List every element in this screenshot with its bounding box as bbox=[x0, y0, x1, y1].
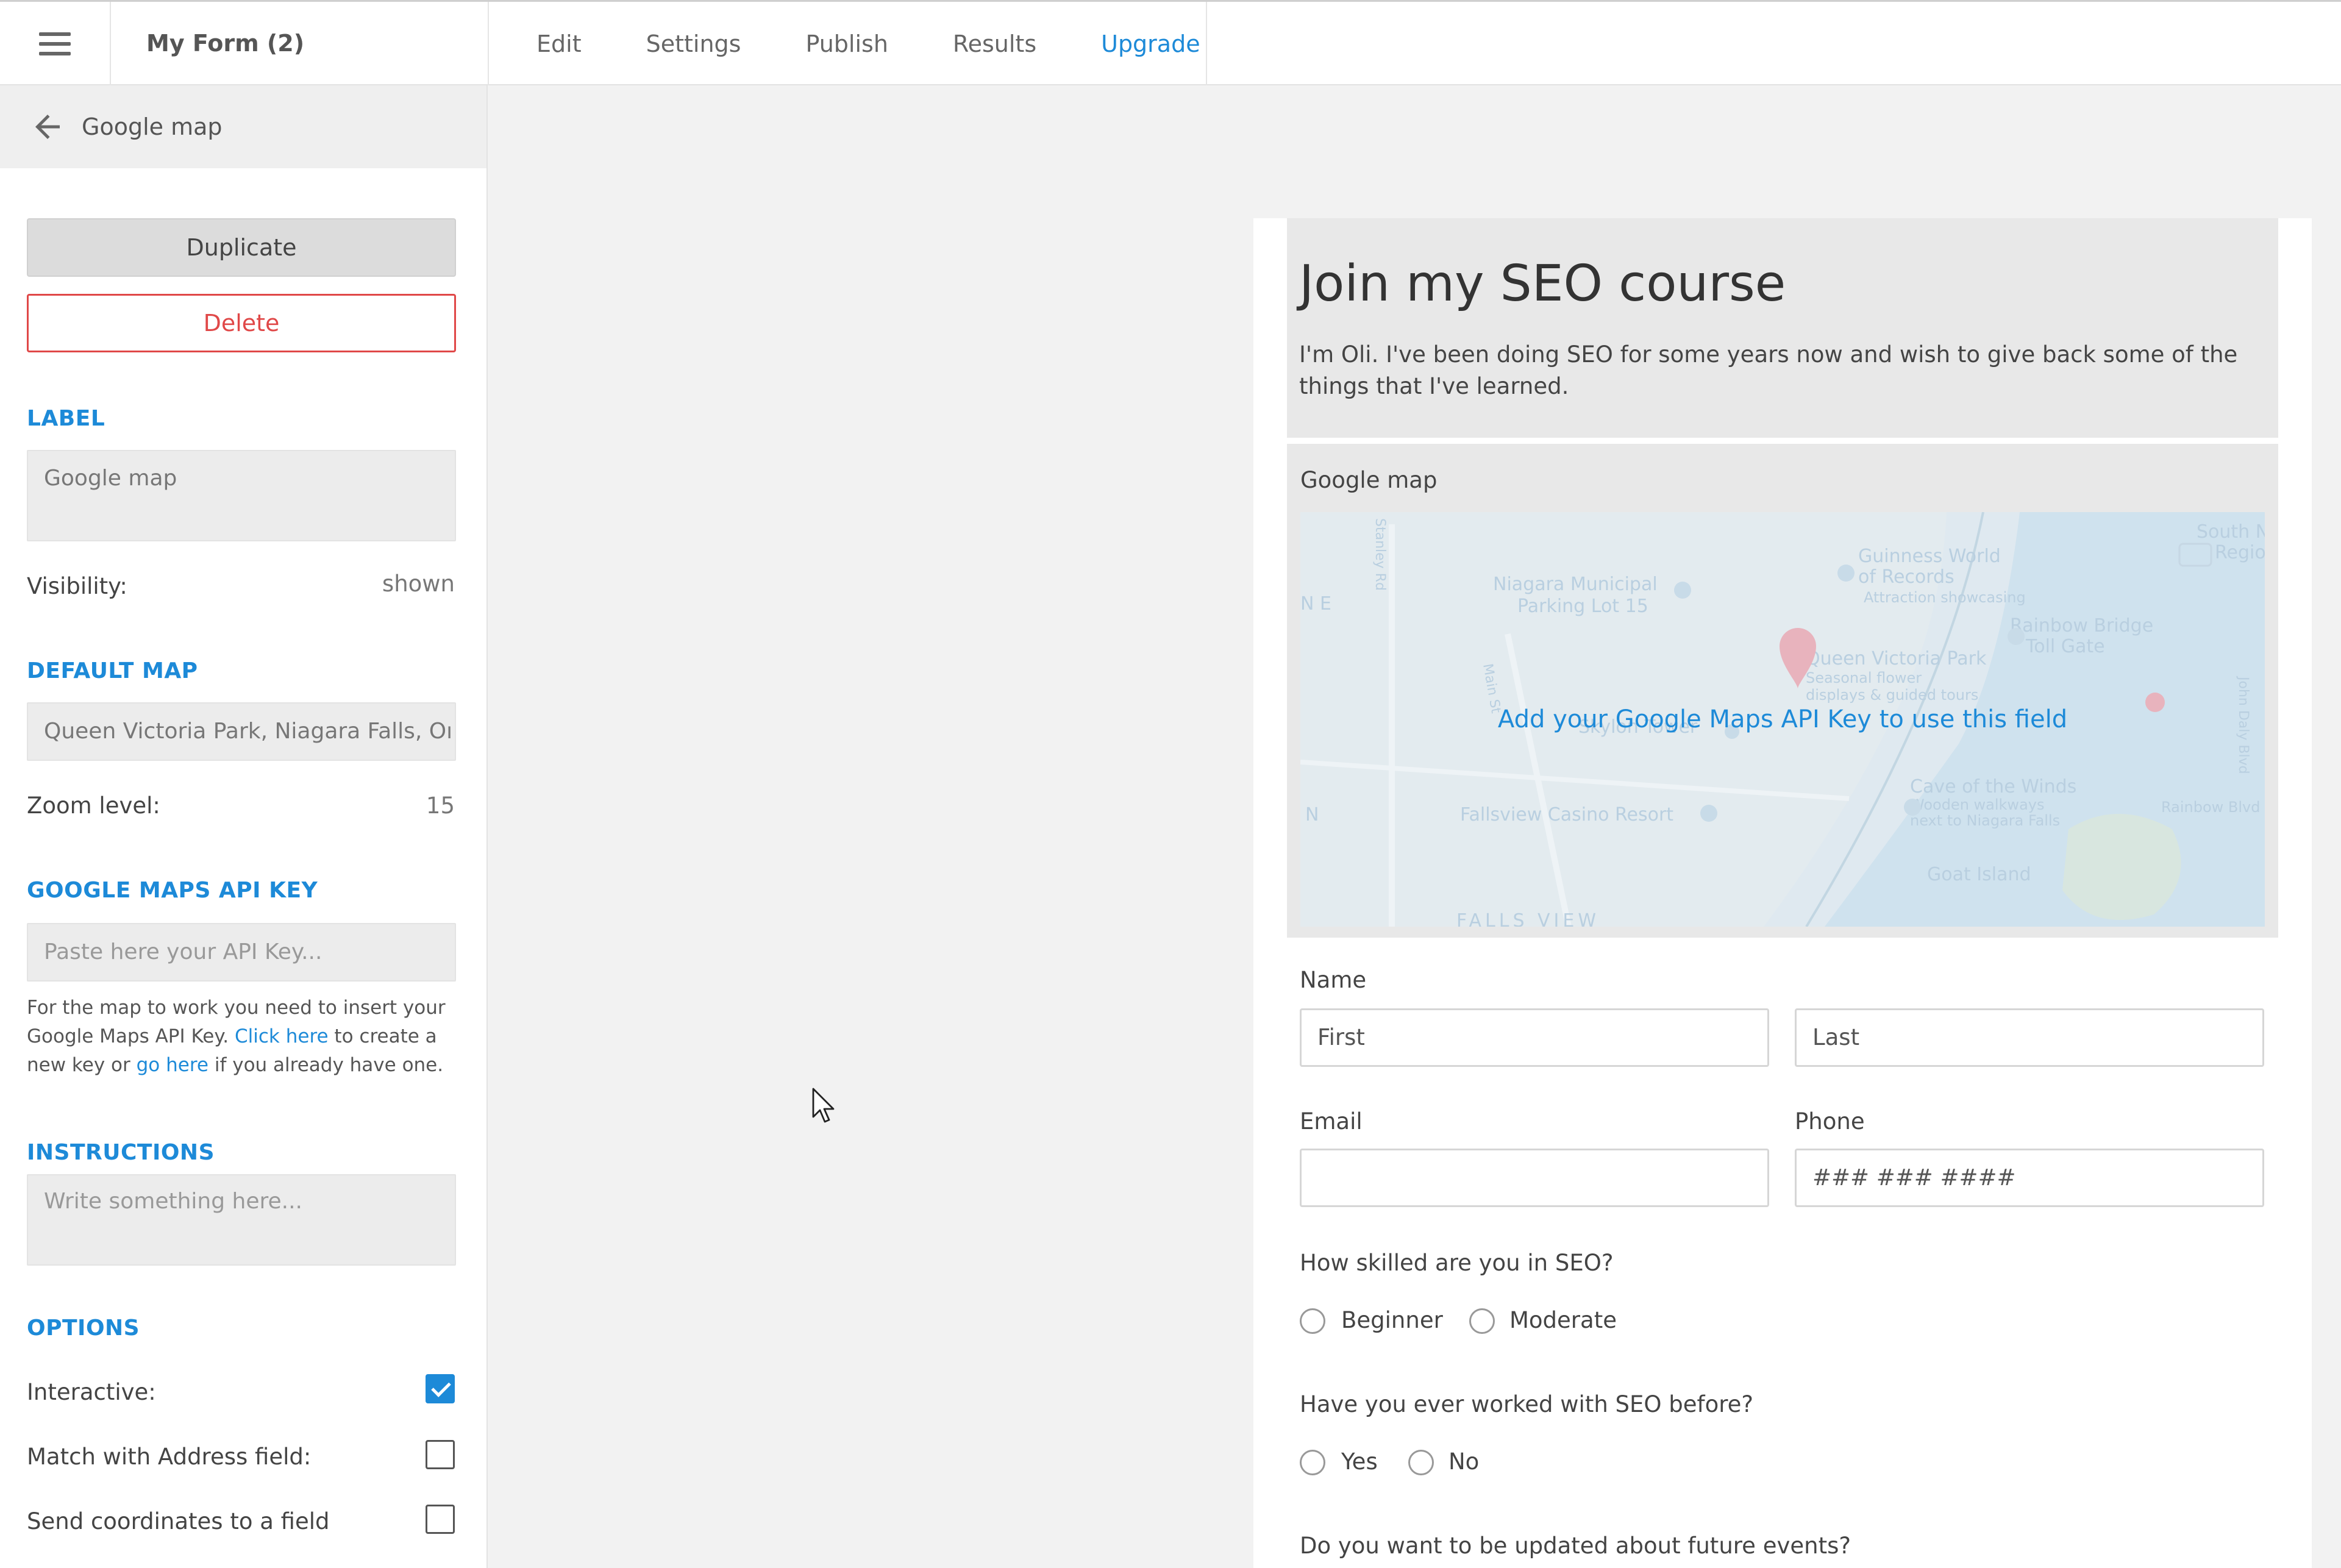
visibility-value[interactable]: shown bbox=[382, 571, 455, 597]
option-match-address-label: Match with Address field: bbox=[27, 1444, 312, 1470]
form-description: I'm Oli. I've been doing SEO for some ye… bbox=[1299, 341, 2238, 399]
help-text: if you already have one. bbox=[208, 1054, 444, 1076]
nav-upgrade[interactable]: Upgrade bbox=[1101, 30, 1200, 57]
experience-question: Have you ever worked with SEO before? bbox=[1300, 1391, 1754, 1417]
option-send-coordinates-label: Send coordinates to a field bbox=[27, 1508, 330, 1534]
first-name-input[interactable]: First bbox=[1300, 1008, 1769, 1067]
radio-no[interactable] bbox=[1408, 1450, 1434, 1475]
map-placeholder[interactable]: Niagara Municipal Parking Lot 15 Guinnes… bbox=[1300, 512, 2265, 927]
delete-button[interactable]: Delete bbox=[27, 294, 456, 352]
option-interactive-label: Interactive: bbox=[27, 1379, 156, 1405]
existing-key-link[interactable]: go here bbox=[137, 1054, 208, 1076]
nav-publish[interactable]: Publish bbox=[805, 30, 888, 57]
radio-label: Yes bbox=[1341, 1449, 1378, 1475]
radio-moderate[interactable] bbox=[1469, 1308, 1495, 1334]
default-map-heading: DEFAULT MAP bbox=[27, 658, 198, 683]
interactive-checkbox[interactable] bbox=[426, 1374, 455, 1403]
api-key-input[interactable]: Paste here your API Key... bbox=[27, 923, 456, 982]
create-key-link[interactable]: Click here bbox=[235, 1025, 329, 1047]
back-arrow-icon[interactable] bbox=[29, 109, 66, 145]
radio-label: Beginner bbox=[1341, 1307, 1443, 1333]
nav-edit[interactable]: Edit bbox=[536, 30, 582, 57]
updates-question: Do you want to be updated about future e… bbox=[1300, 1533, 1851, 1559]
form-header[interactable]: Join my SEO course I'm Oli. I've been do… bbox=[1287, 218, 2278, 438]
skill-question: How skilled are you in SEO? bbox=[1300, 1250, 1614, 1276]
nav-settings[interactable]: Settings bbox=[646, 30, 741, 57]
send-coordinates-checkbox[interactable] bbox=[426, 1505, 455, 1534]
map-field-label: Google map bbox=[1300, 467, 1438, 493]
zoom-label: Zoom level: bbox=[27, 793, 160, 819]
duplicate-button[interactable]: Duplicate bbox=[27, 218, 456, 277]
visibility-label: Visibility: bbox=[27, 573, 127, 599]
api-key-heading: GOOGLE MAPS API KEY bbox=[27, 878, 318, 903]
options-heading: OPTIONS bbox=[27, 1316, 140, 1341]
instructions-heading: INSTRUCTIONS bbox=[27, 1140, 215, 1165]
radio-beginner[interactable] bbox=[1300, 1308, 1325, 1334]
divider bbox=[1206, 2, 1207, 85]
phone-input[interactable]: ### ### #### bbox=[1795, 1149, 2264, 1207]
panel-title: Google map bbox=[82, 113, 223, 140]
name-label: Name bbox=[1300, 967, 1367, 993]
email-label: Email bbox=[1300, 1108, 1363, 1135]
top-nav: Edit Settings Publish Results Upgrade bbox=[536, 2, 1265, 85]
form-preview: Join my SEO course I'm Oli. I've been do… bbox=[1253, 218, 2312, 1568]
radio-label: Moderate bbox=[1509, 1307, 1617, 1333]
zoom-value[interactable]: 15 bbox=[426, 793, 455, 819]
radio-label: No bbox=[1448, 1449, 1480, 1475]
mouse-cursor-icon bbox=[812, 1088, 835, 1123]
form-heading: Join my SEO course bbox=[1299, 255, 1786, 313]
panel-header: Google map bbox=[0, 85, 486, 168]
radio-yes[interactable] bbox=[1300, 1450, 1325, 1475]
label-heading: LABEL bbox=[27, 406, 105, 431]
top-bar: My Form (2) Edit Settings Publish Result… bbox=[0, 0, 2341, 85]
google-map-field[interactable]: Google map Niagara Municipal Parking Lot… bbox=[1287, 444, 2278, 938]
field-settings-panel: Google map Duplicate Delete LABEL Google… bbox=[0, 85, 488, 1568]
instructions-input[interactable]: Write something here... bbox=[27, 1174, 456, 1266]
map-api-key-cta[interactable]: Add your Google Maps API Key to use this… bbox=[1300, 512, 2265, 927]
divider bbox=[488, 2, 489, 85]
match-address-checkbox[interactable] bbox=[426, 1440, 455, 1469]
phone-label: Phone bbox=[1795, 1108, 1865, 1135]
api-help-text: For the map to work you need to insert y… bbox=[27, 994, 466, 1080]
form-title: My Form (2) bbox=[146, 30, 305, 57]
hamburger-menu-icon[interactable] bbox=[0, 2, 111, 85]
email-input[interactable] bbox=[1300, 1149, 1769, 1207]
label-input[interactable]: Google map bbox=[27, 450, 456, 541]
default-map-input[interactable]: Queen Victoria Park, Niagara Falls, Oı bbox=[27, 702, 456, 761]
last-name-input[interactable]: Last bbox=[1795, 1008, 2264, 1067]
nav-results[interactable]: Results bbox=[953, 30, 1036, 57]
